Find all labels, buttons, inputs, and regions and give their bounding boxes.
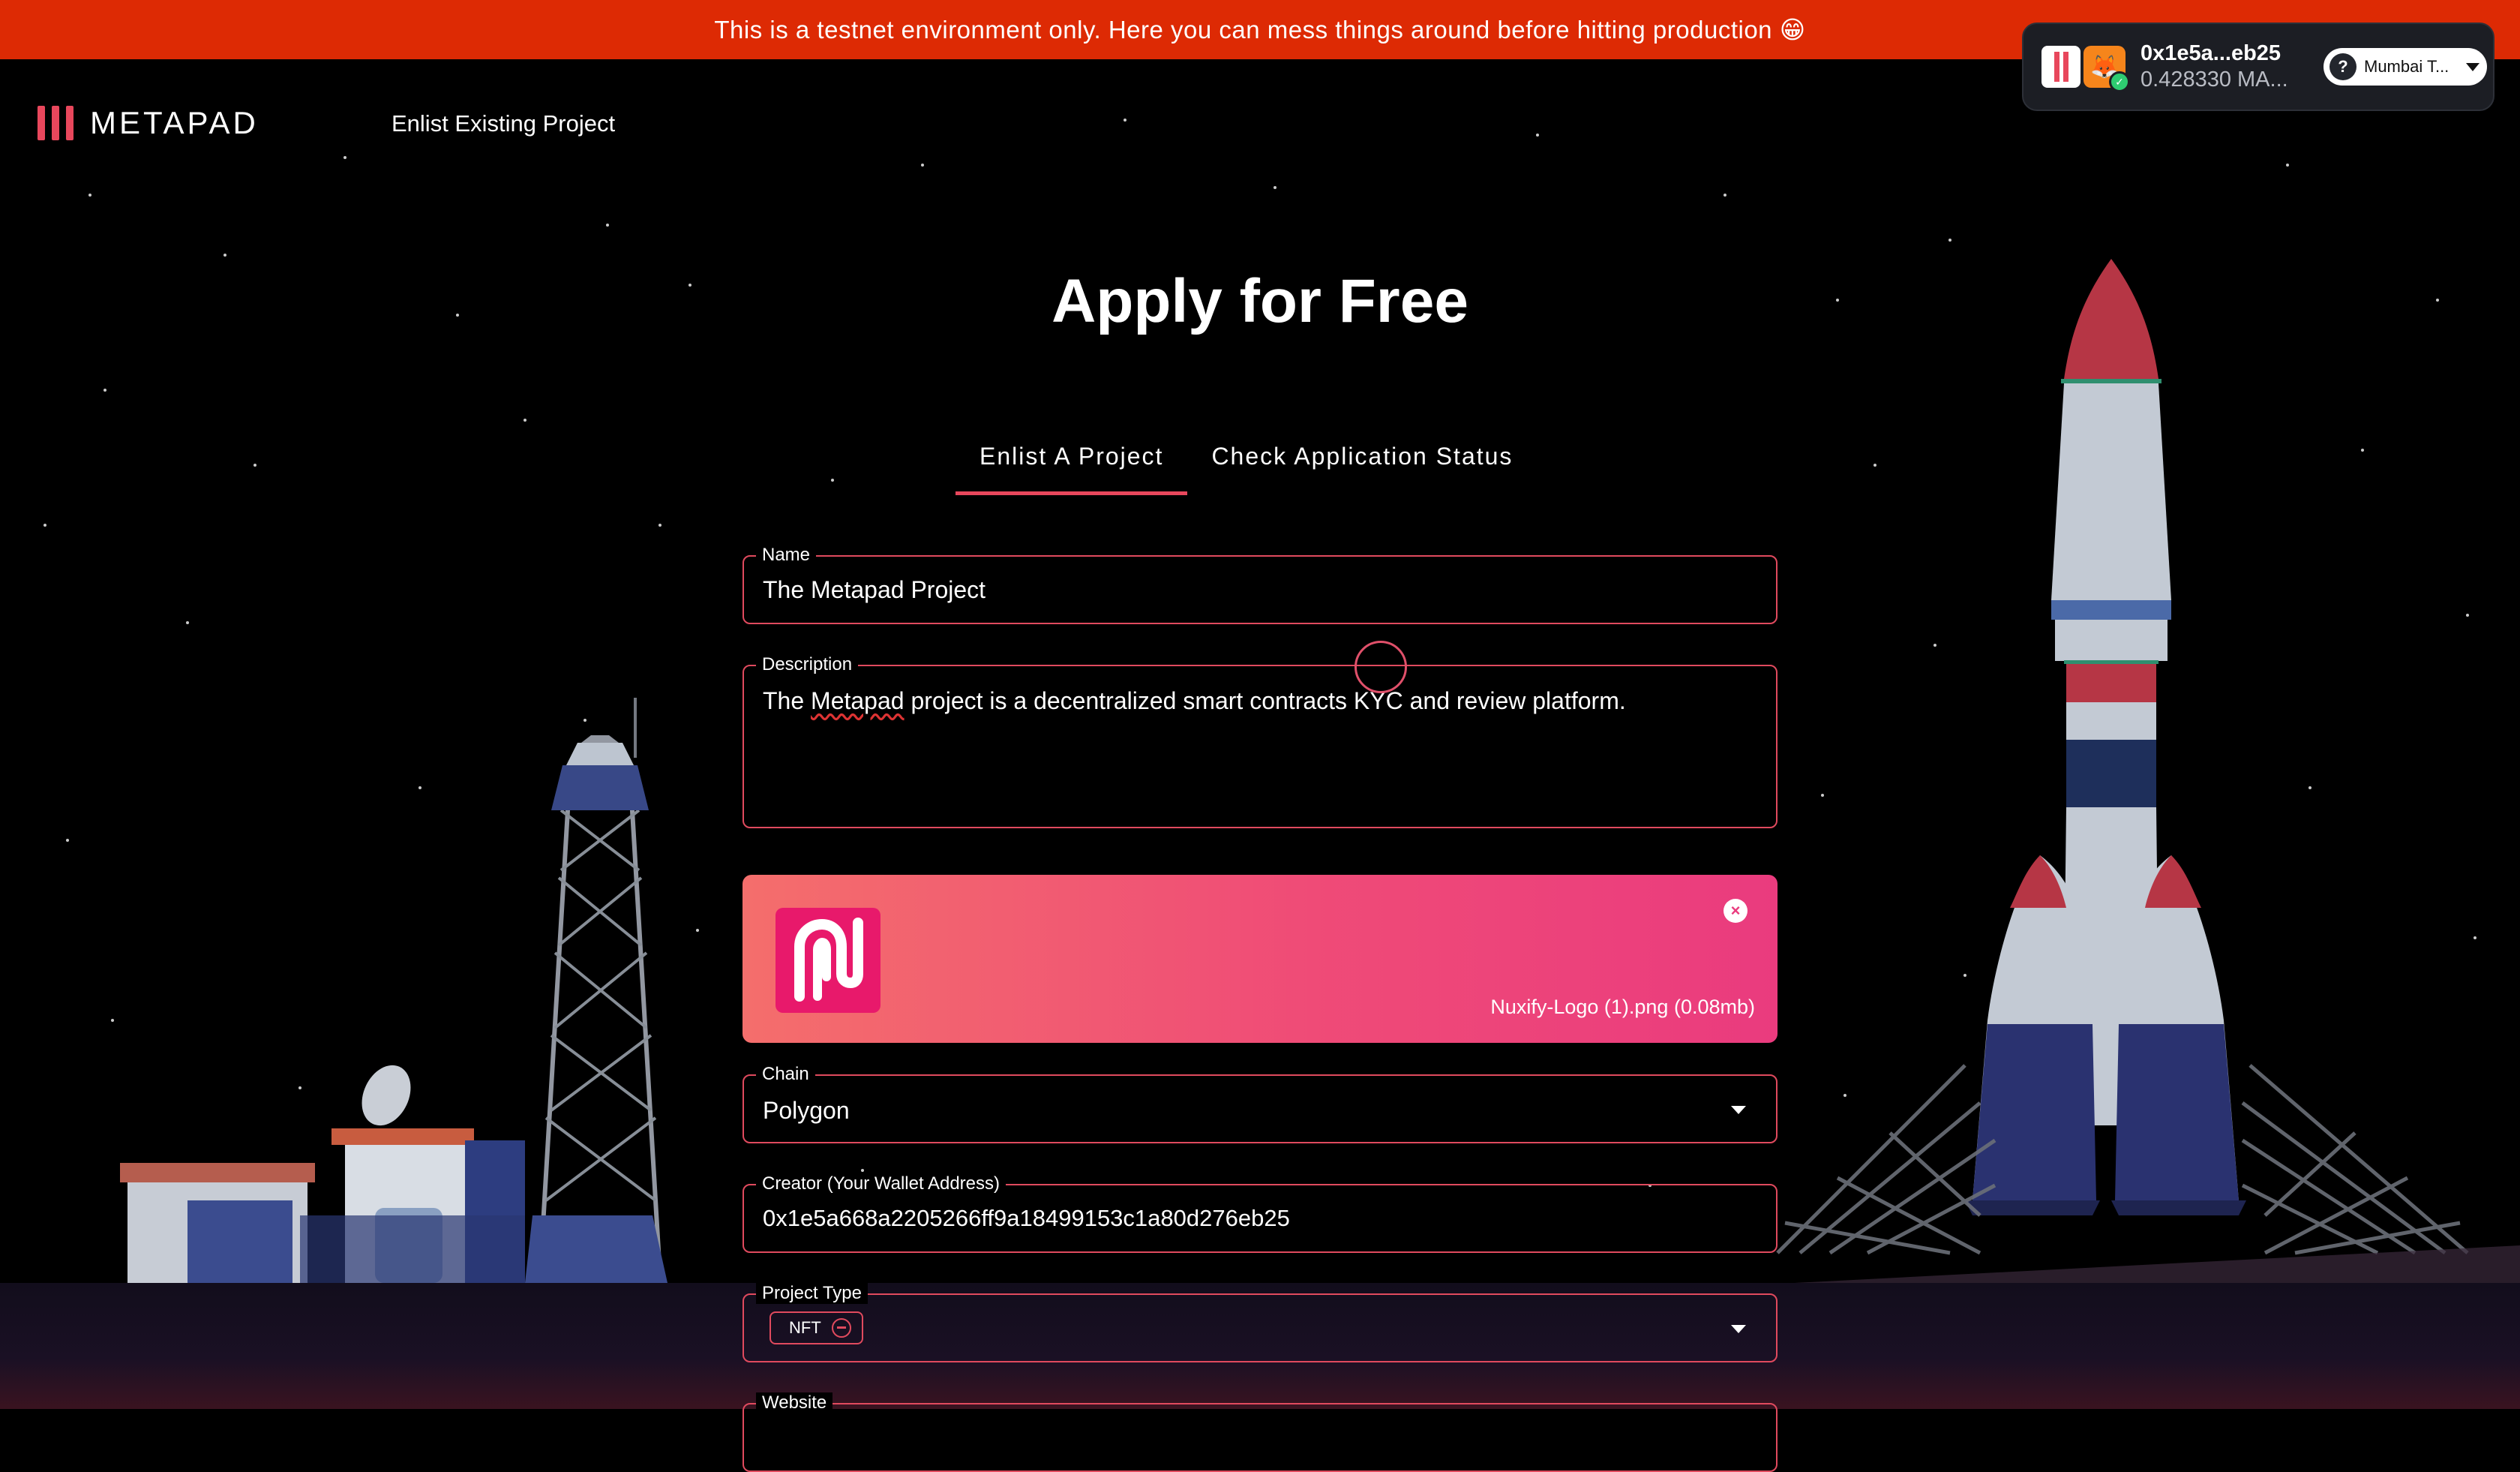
name-field[interactable]: Name The Metapad Project — [742, 545, 1778, 624]
project-type-chip-nft[interactable]: NFT — [770, 1311, 863, 1344]
chain-label: Chain — [756, 1064, 815, 1085]
project-type-label: Project Type — [756, 1283, 868, 1304]
tab-bar: Enlist A Project Check Application Statu… — [956, 443, 1537, 495]
website-label: Website — [756, 1392, 833, 1413]
creator-label: Creator (Your Wallet Address) — [756, 1173, 1006, 1194]
description-field[interactable]: Description The Metapad project is a dec… — [742, 654, 1778, 828]
chevron-down-icon — [1731, 1106, 1746, 1114]
logo-upload-preview[interactable]: × Nuxify-Logo (1).png (0.08mb) — [742, 875, 1778, 1043]
description-textarea[interactable]: The Metapad project is a decentralized s… — [763, 687, 1626, 715]
wallet-address: 0x1e5a...eb25 — [2140, 41, 2282, 65]
nav-enlist-existing-project[interactable]: Enlist Existing Project — [392, 110, 615, 137]
website-field[interactable]: Website — [742, 1392, 1778, 1472]
testnet-banner-text: This is a testnet environment only. Here… — [714, 16, 1806, 44]
question-icon: ? — [2330, 53, 2356, 80]
tab-enlist-a-project[interactable]: Enlist A Project — [956, 443, 1188, 495]
chain-value: Polygon — [763, 1097, 850, 1124]
connected-check-icon: ✓ — [2109, 71, 2130, 92]
wallet-balance: 0.428330 MA... — [2140, 68, 2288, 92]
metapad-app-icon — [2042, 46, 2080, 88]
remove-file-icon[interactable]: × — [1724, 899, 1748, 923]
cursor-indicator — [1354, 641, 1407, 693]
metamask-fox-icon: 🦊 ✓ — [2084, 46, 2130, 92]
name-label: Name — [756, 545, 817, 566]
remove-chip-icon[interactable] — [831, 1318, 851, 1338]
chip-label: NFT — [789, 1318, 821, 1337]
project-type-select[interactable]: Project Type NFT — [742, 1283, 1778, 1362]
uploaded-file-name: Nuxify-Logo (1).png (0.08mb) — [1490, 996, 1755, 1018]
metapad-logo[interactable]: METAPAD — [38, 105, 259, 141]
network-name: Mumbai T... — [2364, 57, 2450, 76]
chevron-down-icon — [1731, 1325, 1746, 1333]
page-title: Apply for Free — [1052, 267, 1468, 335]
logo-bars-icon — [38, 106, 74, 140]
uploaded-logo-thumbnail — [776, 908, 880, 1013]
wallet-widget[interactable]: 🦊 ✓ 0x1e5a...eb25 0.428330 MA... ? Mumbai… — [2022, 23, 2494, 111]
description-label: Description — [756, 654, 859, 675]
chain-select[interactable]: Chain Polygon — [742, 1064, 1778, 1143]
name-input[interactable]: The Metapad Project — [763, 576, 986, 604]
creator-input[interactable]: 0x1e5a668a2205266ff9a18499153c1a80d276eb… — [763, 1205, 1290, 1232]
chevron-down-icon — [2466, 62, 2480, 71]
network-selector[interactable]: ? Mumbai T... — [2324, 48, 2487, 86]
tab-check-application-status[interactable]: Check Application Status — [1187, 443, 1537, 495]
creator-field[interactable]: Creator (Your Wallet Address) 0x1e5a668a… — [742, 1173, 1778, 1253]
logo-text: METAPAD — [90, 105, 259, 140]
